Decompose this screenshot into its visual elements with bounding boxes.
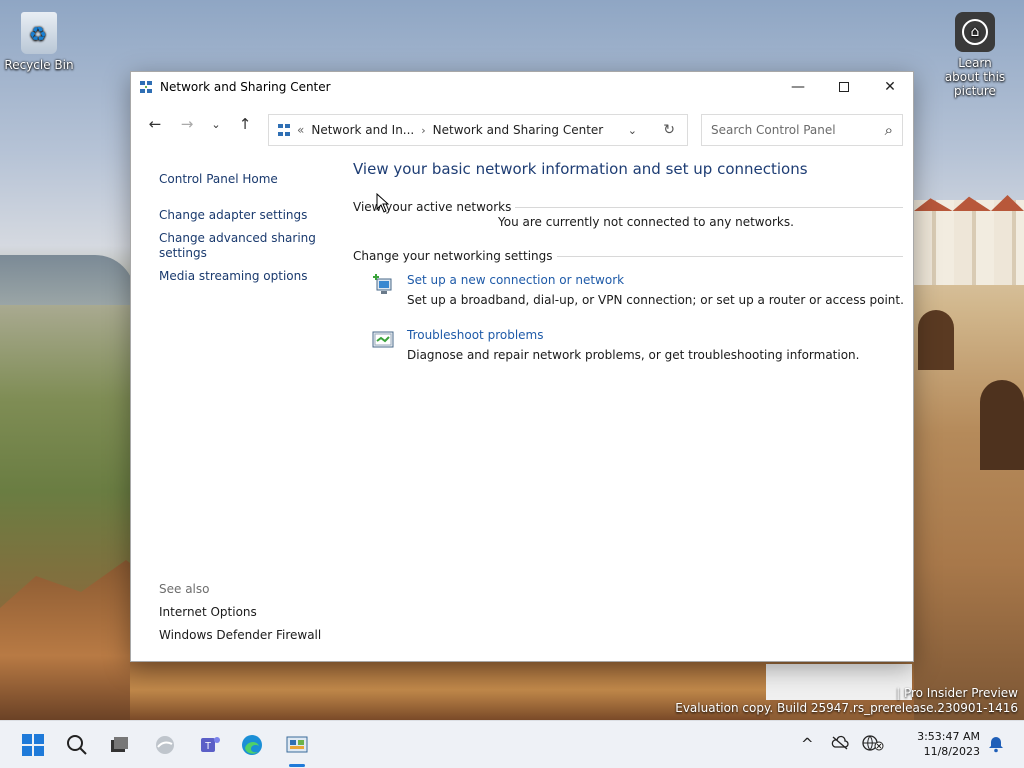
- not-connected-status: You are currently not connected to any n…: [498, 215, 794, 229]
- network-sharing-center-window: Network and Sharing Center — ✕ ← → ⌄ ↑ «…: [130, 71, 914, 662]
- setup-new-connection-desc: Set up a broadband, dial-up, or VPN conn…: [407, 293, 904, 307]
- wallpaper-arch: [980, 380, 1024, 470]
- back-button[interactable]: ←: [139, 110, 171, 138]
- page-title: View your basic network information and …: [353, 160, 808, 178]
- setup-new-connection-link[interactable]: Set up a new connection or network: [407, 273, 624, 287]
- onedrive-offline-icon: [831, 735, 849, 750]
- breadcrumb-separator-icon[interactable]: ›: [421, 124, 425, 137]
- up-button[interactable]: ↑: [229, 110, 261, 138]
- title-bar[interactable]: Network and Sharing Center — ✕: [131, 72, 913, 102]
- close-button[interactable]: ✕: [867, 72, 913, 102]
- watermark-backdrop: [766, 664, 912, 700]
- teams-button[interactable]: T: [196, 731, 224, 759]
- bell-icon: [989, 737, 1003, 753]
- see-also-heading: See also: [159, 582, 210, 596]
- network-sharing-taskbar-button[interactable]: [283, 731, 311, 759]
- wallpaper-gorge: [130, 660, 770, 720]
- media-streaming-options-link[interactable]: Media streaming options: [159, 269, 307, 284]
- windows-logo-icon: [21, 733, 45, 757]
- search-icon[interactable]: ⌕: [885, 121, 893, 139]
- clock-time: 3:53:47 AM: [917, 730, 980, 743]
- change-settings-section: Change your networking settings: [353, 249, 903, 263]
- control-panel-icon: [286, 736, 308, 753]
- search-placeholder: Search Control Panel: [711, 123, 836, 137]
- section-divider: [515, 206, 903, 208]
- task-view-button[interactable]: [105, 731, 133, 759]
- recycle-bin-icon: ♻: [21, 12, 57, 54]
- troubleshoot-problems-desc: Diagnose and repair network problems, or…: [407, 348, 860, 362]
- breadcrumb-overflow[interactable]: «: [297, 123, 304, 137]
- search-taskbar-button[interactable]: [63, 731, 91, 759]
- breadcrumb-network-internet[interactable]: Network and In...: [311, 123, 414, 137]
- section-divider: [556, 255, 903, 257]
- troubleshoot-icon: [372, 331, 394, 348]
- wallpaper-hill: [0, 255, 135, 305]
- maximize-icon: [839, 82, 849, 92]
- start-button[interactable]: [19, 731, 47, 759]
- search-icon: [67, 735, 87, 755]
- edge-button[interactable]: [238, 731, 266, 759]
- breadcrumb-network-sharing-center[interactable]: Network and Sharing Center: [433, 123, 604, 137]
- globe-no-internet-icon: [862, 735, 884, 751]
- search-input[interactable]: Search Control Panel ⌕: [701, 114, 903, 146]
- forward-button[interactable]: →: [171, 110, 203, 138]
- widgets-icon: [156, 736, 174, 754]
- recycle-bin-shortcut[interactable]: ♻ Recycle Bin: [4, 12, 74, 72]
- task-view-icon: [111, 737, 128, 752]
- main-content: View your basic network information and …: [353, 156, 904, 661]
- change-advanced-sharing-link[interactable]: Change advanced sharing settings: [159, 231, 319, 261]
- learn-about-picture-shortcut[interactable]: ⌂ Learn about this picture: [940, 12, 1010, 98]
- learn-about-picture-label: Learn about this picture: [944, 56, 1006, 98]
- teams-icon: T: [201, 737, 220, 752]
- widgets-button[interactable]: [151, 731, 179, 759]
- control-panel-home-link[interactable]: Control Panel Home: [159, 172, 278, 187]
- watermark-build: Evaluation copy. Build 25947.rs_prerelea…: [675, 701, 1018, 715]
- change-settings-label: Change your networking settings: [353, 249, 553, 263]
- minimize-button[interactable]: —: [775, 72, 821, 102]
- show-hidden-icons-button[interactable]: ^: [801, 735, 814, 753]
- taskbar-clock[interactable]: 3:53:47 AM 11/8/2023: [917, 729, 980, 759]
- notifications-button[interactable]: [988, 735, 1004, 757]
- network-status-icon[interactable]: [862, 735, 884, 755]
- troubleshoot-problems-link[interactable]: Troubleshoot problems: [407, 328, 543, 342]
- clock-date: 11/8/2023: [923, 745, 980, 758]
- recent-locations-button[interactable]: ⌄: [203, 110, 229, 138]
- change-adapter-settings-link[interactable]: Change adapter settings: [159, 208, 307, 223]
- network-icon: [140, 81, 152, 93]
- wallpaper-arch: [918, 310, 954, 370]
- taskbar: T ^ 3:53:47 AM 11/8/2023: [0, 720, 1024, 768]
- watermark-edition: | Pro Insider Preview: [896, 686, 1018, 700]
- window-title: Network and Sharing Center: [160, 80, 331, 94]
- address-dropdown-icon[interactable]: ⌄: [628, 124, 637, 137]
- onedrive-icon[interactable]: [831, 735, 849, 755]
- new-connection-icon: [373, 274, 392, 294]
- network-icon: [278, 124, 290, 136]
- active-networks-section: View your active networks: [353, 200, 903, 214]
- windows-defender-firewall-link[interactable]: Windows Defender Firewall: [159, 628, 321, 643]
- mouse-cursor-icon: [376, 193, 390, 213]
- edge-icon: [242, 735, 262, 755]
- wallpaper-houses: [914, 200, 1024, 285]
- svg-text:T: T: [205, 741, 211, 752]
- refresh-button[interactable]: ↻: [663, 122, 675, 138]
- left-pane: Control Panel Home Change adapter settin…: [131, 156, 343, 661]
- address-bar[interactable]: « Network and In... › Network and Sharin…: [268, 114, 688, 146]
- wallpaper-roofs: [914, 195, 1024, 211]
- internet-options-link[interactable]: Internet Options: [159, 605, 257, 620]
- maximize-button[interactable]: [821, 72, 867, 102]
- active-app-indicator: [289, 764, 305, 767]
- recycle-bin-label: Recycle Bin: [4, 58, 74, 72]
- camera-icon: ⌂: [955, 12, 995, 52]
